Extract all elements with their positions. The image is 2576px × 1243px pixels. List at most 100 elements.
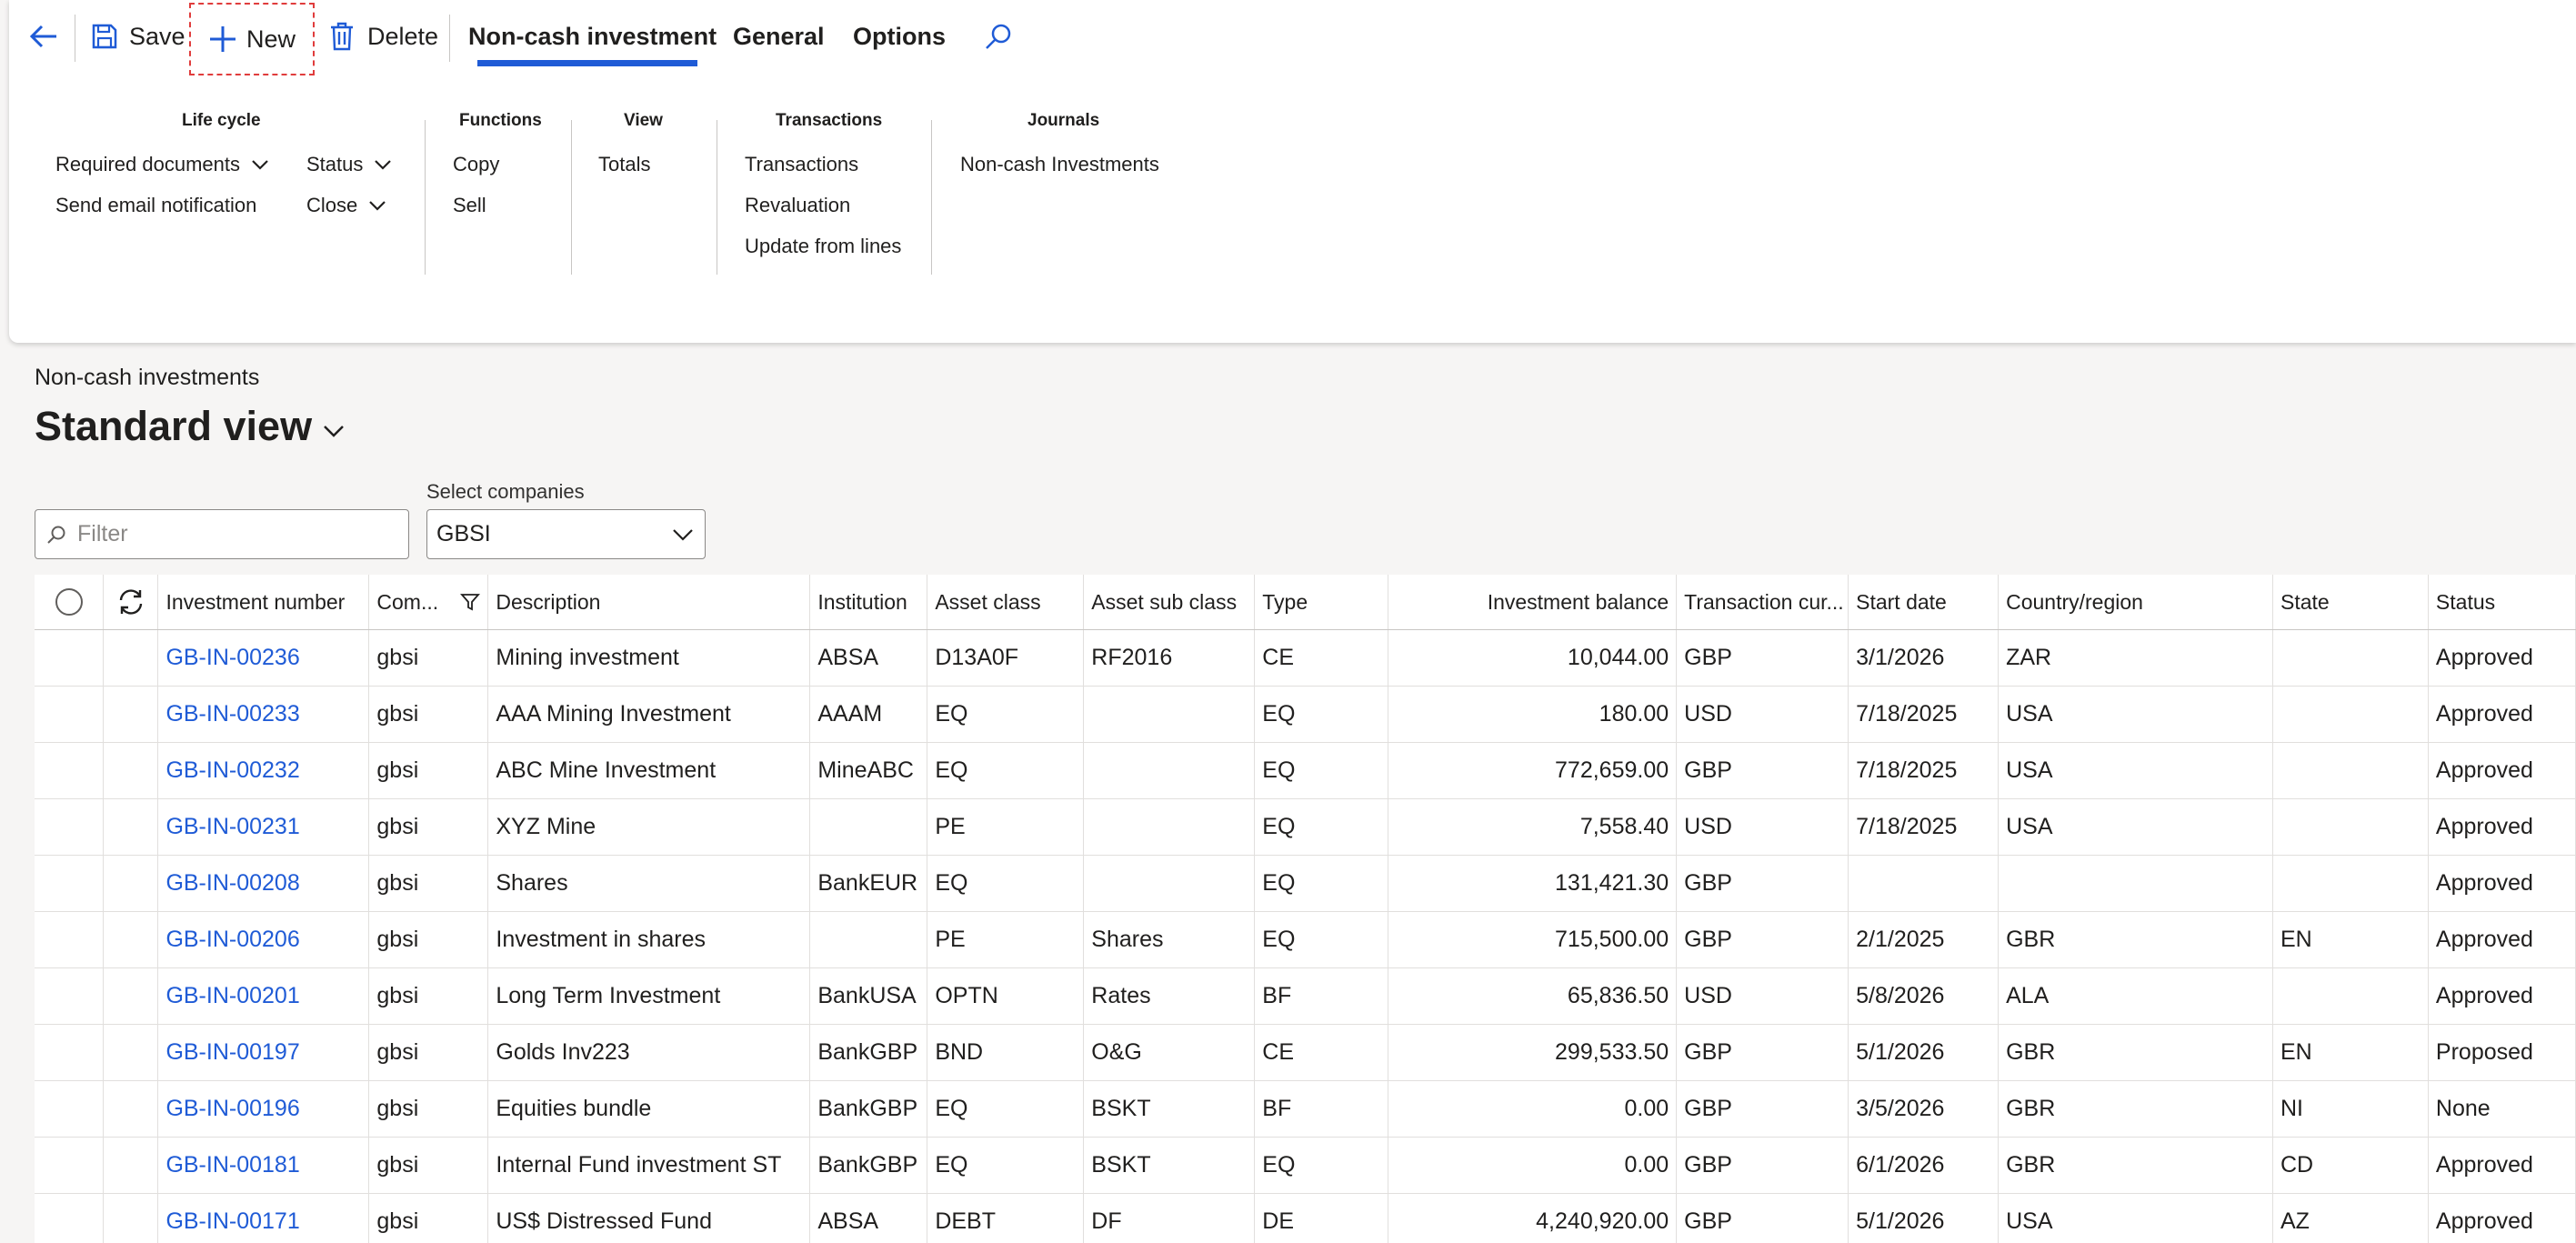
copy-button[interactable]: Copy	[453, 153, 499, 176]
table-row[interactable]: GB-IN-00232 gbsi ABC Mine Investment MineAB…	[35, 742, 2576, 799]
noncash-investments-journal-button[interactable]: Non-cash Investments	[960, 153, 1159, 176]
filter-field[interactable]	[35, 509, 409, 559]
sell-button[interactable]: Sell	[453, 194, 486, 217]
column-header-type[interactable]: Type	[1254, 575, 1389, 630]
search-button[interactable]	[984, 9, 1013, 64]
investment-number-link[interactable]: GB-IN-00232	[157, 742, 370, 799]
column-header-investment-balance[interactable]: Investment balance	[1388, 575, 1678, 630]
row-spacer-cell	[103, 1024, 159, 1081]
row-select-cell[interactable]	[35, 1024, 105, 1081]
refresh-icon[interactable]	[115, 586, 146, 617]
investment-number-link[interactable]: GB-IN-00208	[157, 855, 370, 912]
row-spacer-cell	[103, 911, 159, 968]
column-header-institution[interactable]: Institution	[809, 575, 928, 630]
company-cell: gbsi	[368, 629, 489, 687]
tab-non-cash-investment[interactable]: Non-cash investment	[468, 9, 717, 64]
save-button[interactable]: Save	[91, 9, 185, 64]
totals-button[interactable]: Totals	[598, 153, 650, 176]
table-row[interactable]: GB-IN-00233 gbsi AAA Mining Investment AAAM…	[35, 686, 2576, 743]
row-select-cell[interactable]	[35, 911, 105, 968]
column-header-asset-sub-class[interactable]: Asset sub class	[1083, 575, 1256, 630]
column-header-company[interactable]: Com...	[368, 575, 489, 630]
start-date-cell: 5/1/2026	[1848, 1193, 2000, 1243]
investment-number-link[interactable]: GB-IN-00171	[157, 1193, 370, 1243]
row-select-cell[interactable]	[35, 798, 105, 856]
action-pane: Save New Delete Non-cash investment Gene…	[9, 0, 2576, 343]
investment-number-link[interactable]: GB-IN-00201	[157, 967, 370, 1025]
column-label: Com...	[376, 589, 439, 614]
refresh-header[interactable]	[103, 575, 159, 630]
table-row[interactable]: GB-IN-00196 gbsi Equities bundle BankGBP EQ B…	[35, 1080, 2576, 1138]
row-select-cell[interactable]	[35, 1193, 105, 1243]
asset-sub-class-cell	[1083, 855, 1256, 912]
back-button[interactable]	[27, 9, 60, 64]
state-cell	[2272, 798, 2429, 856]
transaction-currency-cell: USD	[1676, 967, 1849, 1025]
new-button[interactable]: New	[189, 3, 315, 75]
table-row[interactable]: GB-IN-00231 gbsi XYZ Mine PE EQ 7,558.40 USD 7/…	[35, 798, 2576, 856]
revaluation-button[interactable]: Revaluation	[745, 194, 850, 217]
investment-number-link[interactable]: GB-IN-00196	[157, 1080, 370, 1138]
table-row[interactable]: GB-IN-00171 gbsi US$ Distressed Fund ABSA DE…	[35, 1193, 2576, 1243]
row-select-cell[interactable]	[35, 1080, 105, 1138]
asset-class-cell: PE	[927, 798, 1085, 856]
table-row[interactable]: GB-IN-00181 gbsi Internal Fund investment …	[35, 1137, 2576, 1194]
tab-options[interactable]: Options	[853, 9, 946, 64]
row-select-cell[interactable]	[35, 1137, 105, 1194]
select-companies-dropdown[interactable]: GBSI	[426, 509, 706, 559]
description-cell: XYZ Mine	[487, 798, 811, 856]
status-cell: Approved	[2428, 967, 2576, 1025]
status-menu[interactable]: Status	[306, 153, 392, 176]
status-cell: Approved	[2428, 1137, 2576, 1194]
column-header-investment-number[interactable]: Investment number	[157, 575, 370, 630]
column-header-asset-class[interactable]: Asset class	[927, 575, 1085, 630]
investment-number-link[interactable]: GB-IN-00233	[157, 686, 370, 743]
table-row[interactable]: GB-IN-00206 gbsi Investment in shares PE Sha…	[35, 911, 2576, 968]
view-selector[interactable]: Standard view	[35, 403, 345, 450]
new-label: New	[246, 25, 296, 53]
column-header-country-region[interactable]: Country/region	[1998, 575, 2273, 630]
row-select-cell[interactable]	[35, 686, 105, 743]
required-documents-menu[interactable]: Required documents	[55, 153, 269, 176]
table-row[interactable]: GB-IN-00197 gbsi Golds Inv223 BankGBP BND O&G…	[35, 1024, 2576, 1081]
investment-number-link[interactable]: GB-IN-00206	[157, 911, 370, 968]
transactions-button[interactable]: Transactions	[745, 153, 858, 176]
company-cell: gbsi	[368, 1080, 489, 1138]
country-region-cell: USA	[1998, 686, 2273, 743]
column-header-description[interactable]: Description	[487, 575, 811, 630]
description-cell: Investment in shares	[487, 911, 811, 968]
row-select-cell[interactable]	[35, 742, 105, 799]
tab-general[interactable]: General	[733, 9, 825, 64]
investment-number-link[interactable]: GB-IN-00181	[157, 1137, 370, 1194]
column-header-state[interactable]: State	[2272, 575, 2429, 630]
close-menu[interactable]: Close	[306, 194, 386, 217]
table-row[interactable]: GB-IN-00236 gbsi Mining investment ABSA D13A…	[35, 629, 2576, 687]
filter-funnel-icon[interactable]	[460, 592, 481, 612]
menu-label: Update from lines	[745, 235, 902, 257]
table-row[interactable]: GB-IN-00201 gbsi Long Term Investment BankU…	[35, 967, 2576, 1025]
description-cell: Equities bundle	[487, 1080, 811, 1138]
column-header-start-date[interactable]: Start date	[1848, 575, 2000, 630]
menu-label: Transactions	[745, 153, 859, 175]
row-select-cell[interactable]	[35, 855, 105, 912]
row-select-cell[interactable]	[35, 967, 105, 1025]
type-cell: EQ	[1254, 855, 1389, 912]
table-row[interactable]: GB-IN-00208 gbsi Shares BankEUR EQ EQ 131,421.…	[35, 855, 2576, 912]
select-all-radio[interactable]	[55, 588, 83, 616]
start-date-cell: 3/5/2026	[1848, 1080, 2000, 1138]
state-cell: AZ	[2272, 1193, 2429, 1243]
column-header-transaction-currency[interactable]: Transaction cur...	[1676, 575, 1849, 630]
update-from-lines-button[interactable]: Update from lines	[745, 235, 901, 258]
column-header-status[interactable]: Status	[2428, 575, 2576, 630]
investment-balance-cell: 65,836.50	[1388, 967, 1678, 1025]
send-email-notification-button[interactable]: Send email notification	[55, 194, 256, 217]
filter-input[interactable]	[75, 520, 388, 548]
row-select-cell[interactable]	[35, 629, 105, 687]
investment-number-link[interactable]: GB-IN-00231	[157, 798, 370, 856]
investment-number-link[interactable]: GB-IN-00236	[157, 629, 370, 687]
description-cell: Shares	[487, 855, 811, 912]
delete-label: Delete	[367, 22, 439, 50]
investment-number-link[interactable]: GB-IN-00197	[157, 1024, 370, 1081]
delete-button[interactable]: Delete	[329, 9, 438, 64]
select-all-header[interactable]	[35, 575, 105, 630]
